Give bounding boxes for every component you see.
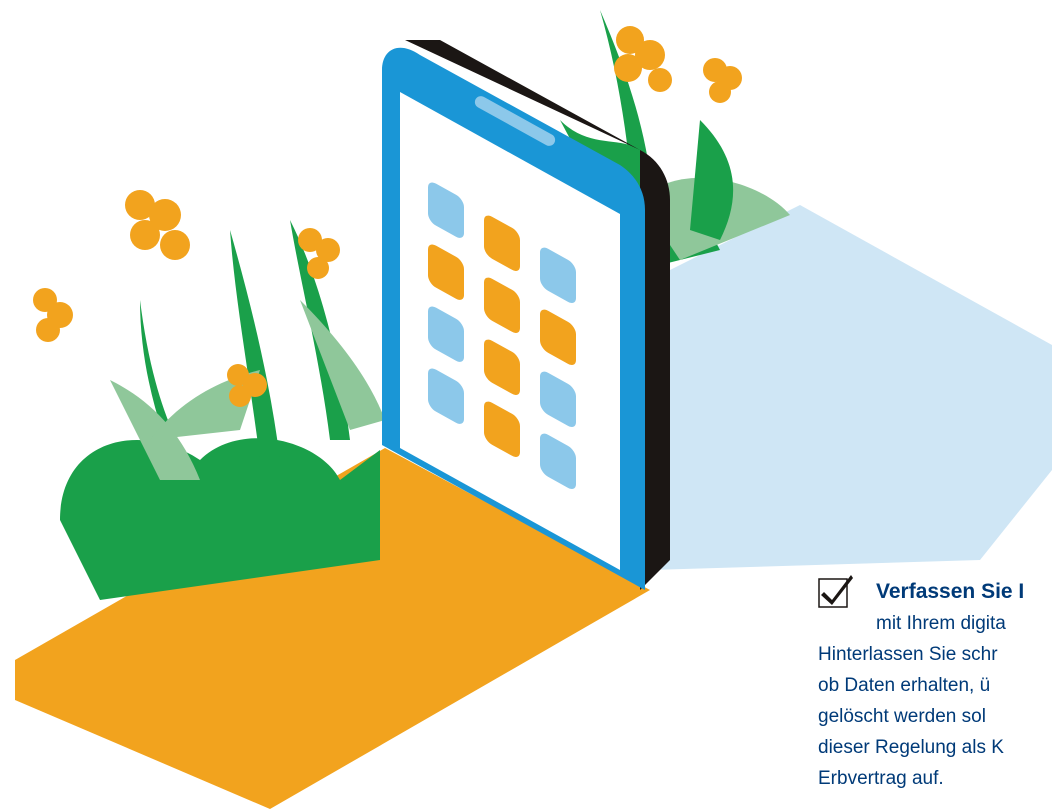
- callout-line: dieser Regelung als K: [818, 737, 1004, 758]
- blue-floor: [650, 205, 1052, 570]
- callout-line: Erbvertrag auf.: [818, 768, 944, 789]
- callout-line: mit Ihrem digita: [876, 613, 1006, 634]
- callout-title: Verfassen Sie I: [876, 580, 1025, 603]
- callout-line: ob Daten erhalten, ü: [818, 675, 991, 696]
- flower-icon: [614, 26, 742, 103]
- checkmark-icon: [818, 575, 853, 608]
- flower-icon: [33, 190, 340, 407]
- plants-left: [60, 220, 385, 600]
- callout-line: gelöscht werden sol: [818, 706, 986, 727]
- callout: Verfassen Sie I mit Ihrem digita Hinterl…: [818, 572, 1052, 809]
- callout-line: Hinterlassen Sie schr: [818, 644, 998, 665]
